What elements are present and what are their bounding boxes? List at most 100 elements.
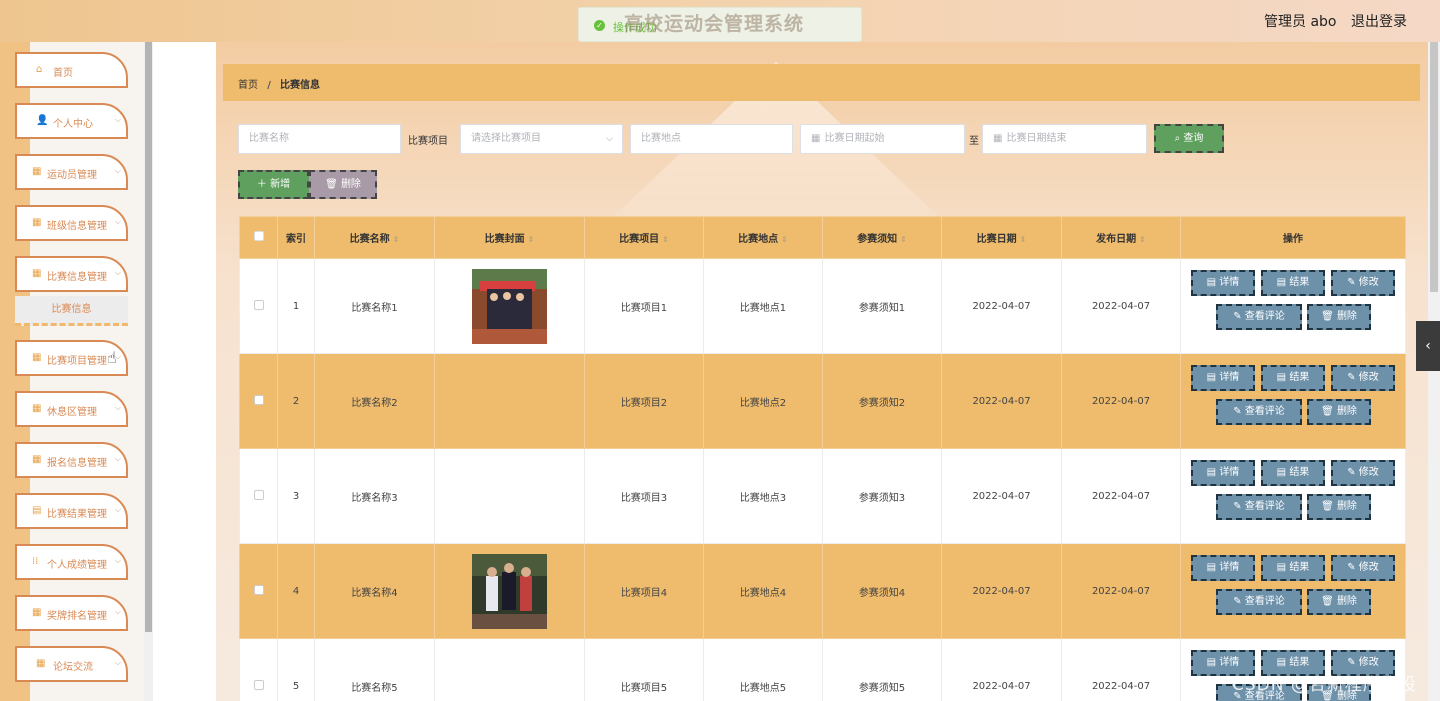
competition-cover-image: [472, 553, 547, 629]
sidebar-item[interactable]: ⌂ 首页: [15, 52, 128, 88]
sidebar-item[interactable]: ▦ 奖牌排名管理 ⌵: [15, 595, 128, 631]
table-row[interactable]: 2 比赛名称2 比赛项目2 比赛地点2 参赛须知2 2022-04-07 2022-04-0…: [239, 353, 1406, 449]
select-all-checkbox[interactable]: [253, 231, 264, 241]
column-header[interactable]: 比赛名称 ⇕: [314, 216, 435, 259]
delete-button[interactable]: 🗑 删除: [1307, 304, 1371, 330]
pencil-icon: ✎: [1233, 501, 1245, 512]
sort-icon[interactable]: ⇕: [1020, 235, 1027, 244]
table-row[interactable]: 4 比赛名称4 比赛项目4 比赛地点4 参赛须知4 2022-04-07 2022-04-0…: [239, 543, 1406, 639]
detail-button[interactable]: ▤ 详情: [1191, 270, 1255, 296]
page-scrollbar[interactable]: [1428, 42, 1440, 701]
column-header[interactable]: 比赛日期 ⇕: [941, 216, 1062, 259]
cover-cell: [434, 258, 585, 354]
sidebar-item[interactable]: ▦ 班级信息管理 ⌵: [15, 205, 128, 241]
row-select-cell: [239, 543, 278, 639]
row-checkbox[interactable]: [253, 394, 264, 405]
column-header[interactable]: 参赛须知 ⇕: [822, 216, 942, 259]
location-input[interactable]: 比赛地点: [630, 124, 793, 154]
competition-name-input[interactable]: 比赛名称: [238, 124, 401, 154]
chevron-down-icon: ⌵: [114, 217, 121, 226]
project-select[interactable]: 请选择比赛项目 ⌵: [460, 124, 623, 154]
column-header[interactable]: 发布日期 ⇕: [1061, 216, 1181, 259]
sort-icon[interactable]: ⇕: [393, 235, 400, 244]
grid-icon: ▦: [32, 217, 42, 228]
sidebar-item[interactable]: ▤ 比赛结果管理 ⌵: [15, 493, 128, 529]
sidebar-item[interactable]: ▦ 比赛信息管理 ⌵: [15, 256, 128, 292]
sort-icon[interactable]: ⇕: [1139, 235, 1146, 244]
logout-link[interactable]: 退出登录: [1351, 11, 1407, 31]
view-comments-button[interactable]: ✎ 查看评论: [1216, 399, 1302, 425]
submenu-item-competition-info[interactable]: 比赛信息: [15, 296, 128, 326]
grid-icon: ▦: [32, 166, 42, 177]
row-checkbox[interactable]: [253, 489, 264, 500]
header-date: 比赛日期: [976, 234, 1017, 245]
search-button[interactable]: ⌕ 查询: [1154, 124, 1224, 153]
project-cell: 比赛项目2: [584, 353, 704, 449]
table-row[interactable]: 5 比赛名称5 比赛项目5 比赛地点5 参赛须知5 2022-04-07 2022-04-0…: [239, 638, 1406, 701]
column-header: 操作: [1180, 216, 1406, 259]
location-cell: 比赛地点2: [703, 353, 823, 449]
row-checkbox[interactable]: [253, 584, 264, 595]
delete-button[interactable]: 🗑 删除: [1307, 399, 1371, 425]
grid-icon: ▦: [32, 352, 42, 363]
result-button[interactable]: ▤ 结果: [1261, 270, 1325, 296]
add-button[interactable]: ＋ 新增: [238, 170, 309, 199]
result-button[interactable]: ▤ 结果: [1261, 460, 1325, 486]
delete-button[interactable]: 🗑 删除: [1307, 494, 1371, 520]
date-end-picker[interactable]: ▦ 比赛日期结束: [982, 124, 1147, 154]
edit-button[interactable]: ✎ 修改: [1331, 270, 1395, 296]
sort-icon[interactable]: ⇕: [662, 235, 669, 244]
sidebar-scrollbar[interactable]: [144, 42, 153, 701]
sidebar-scroll-thumb[interactable]: [145, 42, 152, 632]
table-row[interactable]: 1 比赛名称1 比赛项目1 比赛地点1 参赛须知1 2022-04-07 2022-04-0…: [239, 258, 1406, 354]
notice-cell: 参赛须知5: [822, 638, 942, 701]
row-actions: ▤ 详情 ▤ 结果 ✎ 修改 ✎ 查看评论 🗑 删除: [1181, 270, 1405, 342]
delete-button[interactable]: 🗑 删除: [1307, 589, 1371, 615]
sidebar-item[interactable]: ▦ 休息区管理 ⌵: [15, 391, 128, 427]
detail-button[interactable]: ▤ 详情: [1191, 555, 1255, 581]
sidebar-item[interactable]: ⁞⁞ 个人成绩管理 ⌵: [15, 544, 128, 580]
sidebar-item-label: 报名信息管理: [47, 458, 107, 469]
column-header[interactable]: 比赛项目 ⇕: [584, 216, 704, 259]
edit-button[interactable]: ✎ 修改: [1331, 460, 1395, 486]
sidebar-item[interactable]: ▦ 运动员管理 ⌵: [15, 154, 128, 190]
sidebar-item[interactable]: ▦ 报名信息管理 ⌵: [15, 442, 128, 478]
view-comments-button[interactable]: ✎ 查看评论: [1216, 589, 1302, 615]
batch-delete-button[interactable]: 🗑 删除: [309, 170, 377, 199]
row-checkbox[interactable]: [253, 299, 264, 310]
page-scroll-thumb[interactable]: [1430, 42, 1438, 292]
sidebar-item[interactable]: 👤 个人中心 ⌵: [15, 103, 128, 139]
table-row[interactable]: 3 比赛名称3 比赛项目3 比赛地点3 参赛须知3 2022-04-07 2022-04-0…: [239, 448, 1406, 544]
detail-button[interactable]: ▤ 详情: [1191, 365, 1255, 391]
view-comments-button[interactable]: ✎ 查看评论: [1216, 304, 1302, 330]
row-actions: ▤ 详情 ▤ 结果 ✎ 修改 ✎ 查看评论 🗑 删除: [1181, 555, 1405, 627]
column-header[interactable]: 比赛地点 ⇕: [703, 216, 823, 259]
document-icon: ▤: [1276, 372, 1290, 383]
competition-name-placeholder: 比赛名称: [249, 133, 289, 144]
column-header[interactable]: 比赛封面 ⇕: [434, 216, 585, 259]
view-comments-label: 查看评论: [1244, 596, 1285, 607]
grid-icon: ▦: [36, 658, 46, 669]
row-checkbox[interactable]: [253, 679, 264, 690]
sort-icon[interactable]: ⇕: [528, 235, 535, 244]
table-header-row: 索引 比赛名称 ⇕ 比赛封面 ⇕ 比赛项目 ⇕ 比赛地点 ⇕ 参赛须知 ⇕ 比赛日期 ⇕ 发…: [239, 216, 1406, 259]
check-circle-icon: ✓: [594, 20, 605, 31]
header-cover: 比赛封面: [484, 234, 525, 245]
sort-icon[interactable]: ⇕: [781, 235, 788, 244]
sidebar-item[interactable]: ▦ 论坛交流 ⌵: [15, 646, 128, 682]
view-comments-button[interactable]: ✎ 查看评论: [1216, 494, 1302, 520]
header-notice: 参赛须知: [857, 234, 898, 245]
detail-button[interactable]: ▤ 详情: [1191, 460, 1255, 486]
edit-button[interactable]: ✎ 修改: [1331, 365, 1395, 391]
chevron-left-icon[interactable]: ‹: [1416, 321, 1440, 371]
detail-label: 详情: [1219, 562, 1240, 573]
edit-button[interactable]: ✎ 修改: [1331, 555, 1395, 581]
sort-icon[interactable]: ⇕: [900, 235, 907, 244]
breadcrumb-home[interactable]: 首页: [238, 80, 258, 91]
result-button[interactable]: ▤ 结果: [1261, 555, 1325, 581]
date-start-picker[interactable]: ▦ 比赛日期起始: [800, 124, 965, 154]
delete-label: 删除: [1336, 406, 1357, 417]
result-button[interactable]: ▤ 结果: [1261, 365, 1325, 391]
competition-table: 索引 比赛名称 ⇕ 比赛封面 ⇕ 比赛项目 ⇕ 比赛地点 ⇕ 参赛须知 ⇕ 比赛日期 ⇕ 发…: [239, 216, 1406, 701]
row-select-cell: [239, 638, 278, 701]
